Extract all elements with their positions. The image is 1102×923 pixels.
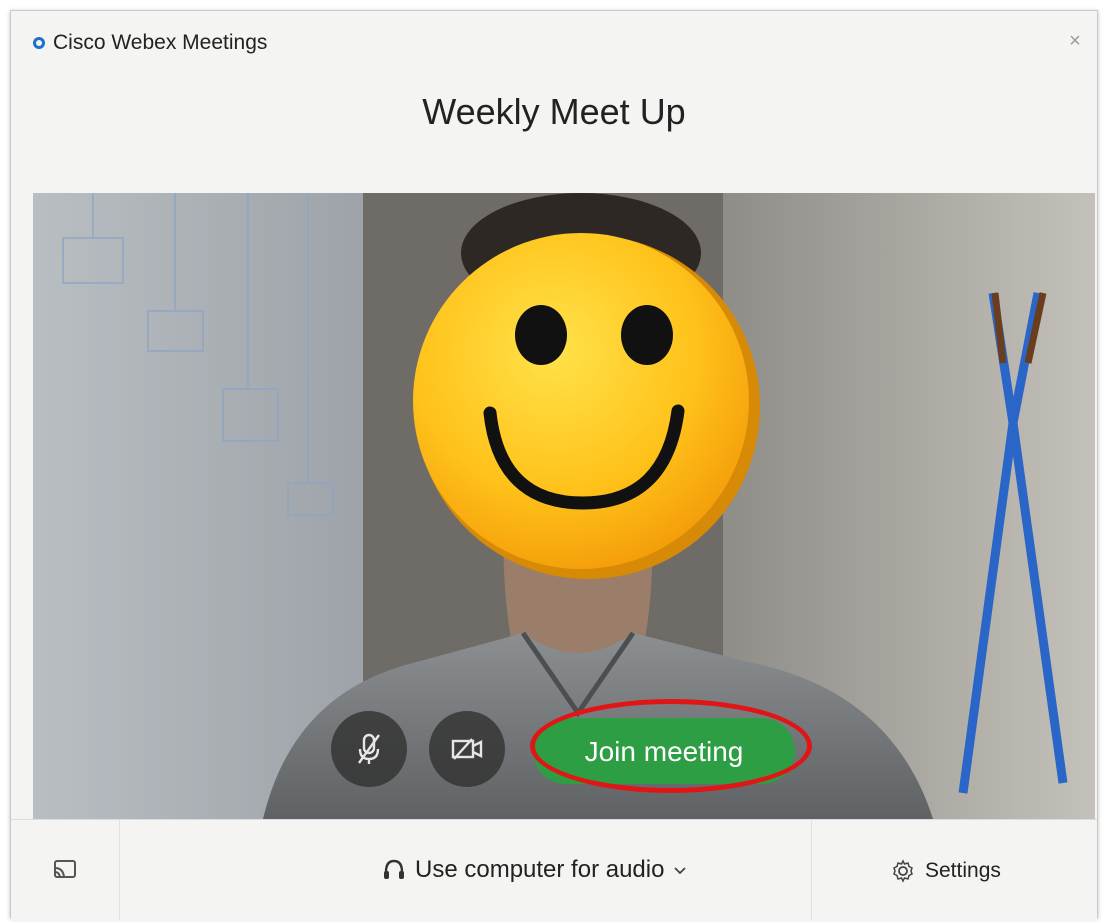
title-bar: Cisco Webex Meetings ×	[11, 11, 1097, 71]
screen-cast-icon	[54, 860, 76, 878]
audio-option-label: Use computer for audio	[415, 856, 665, 883]
meeting-title: Weekly Meet Up	[422, 91, 686, 132]
close-button[interactable]: ×	[1063, 29, 1087, 53]
gear-icon	[893, 859, 913, 883]
preview-controls: Join meeting	[33, 193, 1095, 819]
cast-button[interactable]	[41, 850, 85, 890]
video-toggle-button[interactable]	[429, 711, 505, 787]
audio-option-dropdown[interactable]: Use computer for audio	[381, 852, 688, 888]
settings-button[interactable]: Settings	[891, 854, 1001, 888]
join-meeting-button[interactable]: Join meeting	[533, 718, 795, 784]
video-off-icon	[451, 738, 483, 760]
headset-icon	[384, 859, 404, 879]
app-name: Cisco Webex Meetings	[53, 31, 268, 54]
bottom-bar: Use computer for audio Settings	[11, 819, 1097, 920]
chevron-down-icon	[674, 867, 687, 875]
microphone-off-icon	[358, 733, 380, 764]
divider	[811, 820, 812, 920]
video-preview: Join meeting	[33, 193, 1095, 819]
mute-button[interactable]	[331, 711, 407, 787]
webex-logo-icon	[33, 37, 45, 49]
divider	[119, 820, 120, 920]
settings-label: Settings	[925, 859, 1001, 882]
webex-window: Cisco Webex Meetings × Weekly Meet Up Jo…	[10, 10, 1098, 920]
